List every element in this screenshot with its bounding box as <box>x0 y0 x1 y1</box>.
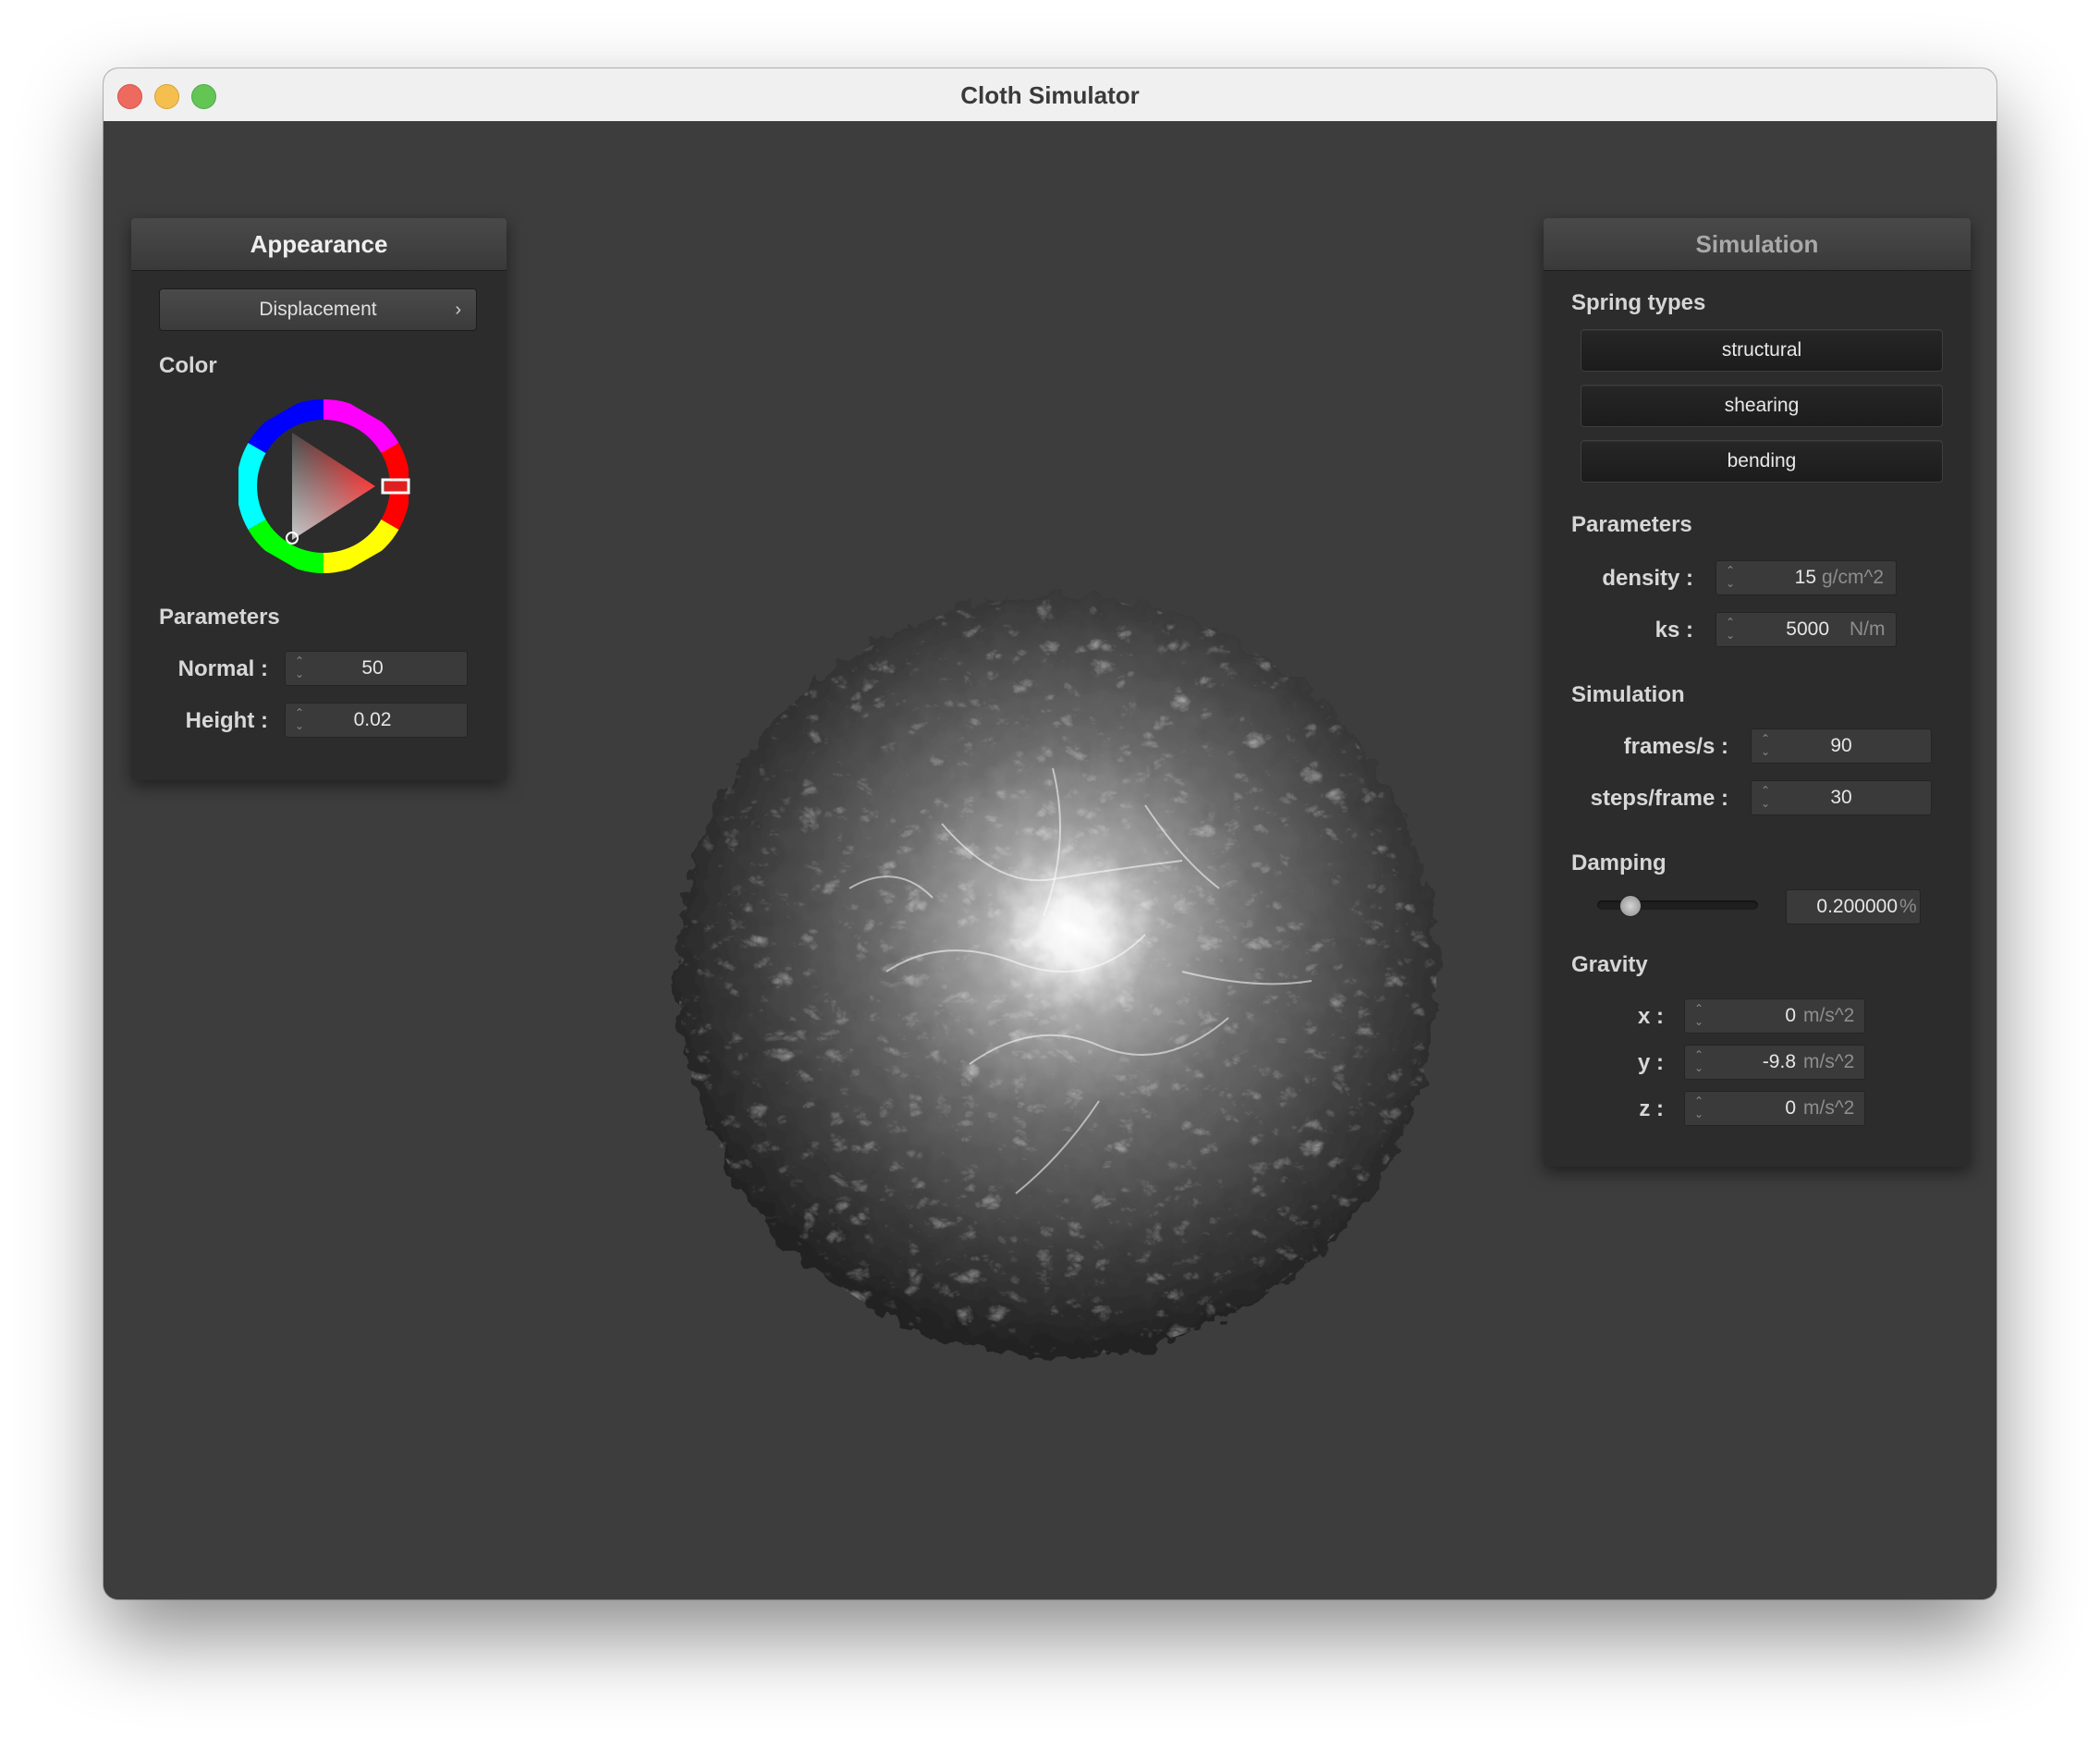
gravity-y-label: y : <box>1637 1050 1664 1075</box>
stepper-icon[interactable]: ⌃ ⌄ <box>1694 1095 1705 1120</box>
gravity-z-input[interactable]: ⌃ ⌄ 0 m/s^2 <box>1684 1091 1865 1126</box>
ks-input[interactable]: ⌃ ⌄ 5000 N/m <box>1715 612 1897 647</box>
damping-label: Damping <box>1571 851 1667 875</box>
gravity-z-label: z : <box>1639 1096 1664 1121</box>
height-input[interactable]: ⌃ ⌄ 0.02 <box>285 703 468 738</box>
density-unit: g/cm^2 <box>1822 567 1885 588</box>
density-label: density : <box>1602 566 1693 591</box>
color-section-label: Color <box>159 353 217 378</box>
gravity-y-input[interactable]: ⌃ ⌄ -9.8 m/s^2 <box>1684 1045 1865 1080</box>
stepper-icon[interactable]: ⌃ ⌄ <box>1761 732 1772 758</box>
stepper-icon[interactable]: ⌃ ⌄ <box>1694 1002 1705 1028</box>
normal-label: Normal : <box>177 656 268 681</box>
color-wheel[interactable] <box>235 398 412 575</box>
stepper-icon[interactable]: ⌃ ⌄ <box>295 706 306 732</box>
simulation-section-label: Simulation <box>1571 682 1685 707</box>
window-title: Cloth Simulator <box>960 81 1140 109</box>
chevron-right-icon: › <box>455 300 461 320</box>
gravity-y-value: -9.8 <box>1762 1051 1796 1072</box>
gravity-label: Gravity <box>1571 952 1648 977</box>
fps-value: 90 <box>1830 735 1852 756</box>
fps-input[interactable]: ⌃ ⌄ 90 <box>1751 728 1932 764</box>
gravity-x-value: 0 <box>1785 1005 1796 1026</box>
damping-value: 0.200000 <box>1816 896 1898 917</box>
simulation-header: Simulation <box>1544 218 1971 271</box>
gravity-y-unit: m/s^2 <box>1803 1051 1855 1072</box>
density-value: 15 <box>1794 567 1816 588</box>
shearing-toggle[interactable]: shearing <box>1581 385 1943 427</box>
density-input[interactable]: ⌃ ⌄ 15 g/cm^2 <box>1715 560 1897 595</box>
fps-label: frames/s : <box>1623 734 1728 759</box>
cloth-sphere-render[interactable] <box>665 583 1450 1369</box>
gravity-x-input[interactable]: ⌃ ⌄ 0 m/s^2 <box>1684 998 1865 1034</box>
spring-types-label: Spring types <box>1571 290 1706 315</box>
stepper-icon[interactable]: ⌃ ⌄ <box>295 655 306 680</box>
steps-input[interactable]: ⌃ ⌄ 30 <box>1751 780 1932 815</box>
gravity-z-unit: m/s^2 <box>1803 1097 1855 1119</box>
stepper-icon[interactable]: ⌃ ⌄ <box>1726 616 1737 642</box>
damping-input[interactable]: 0.200000 % <box>1786 889 1921 924</box>
ks-value: 5000 <box>1786 618 1829 640</box>
3d-viewport[interactable]: Appearance Displacement › Color Paramete… <box>104 121 1996 1599</box>
gravity-x-label: x : <box>1637 1004 1664 1029</box>
stepper-icon[interactable]: ⌃ ⌄ <box>1694 1048 1705 1074</box>
gravity-x-unit: m/s^2 <box>1803 1005 1855 1026</box>
simulation-panel: Simulation Spring types structural shear… <box>1544 218 1971 1167</box>
damping-unit: % <box>1899 896 1917 917</box>
shader-dropdown-label: Displacement <box>259 299 377 320</box>
steps-label: steps/frame : <box>1590 786 1728 811</box>
appearance-panel: Appearance Displacement › Color Paramete… <box>131 218 507 780</box>
normal-input[interactable]: ⌃ ⌄ 50 <box>285 651 468 686</box>
sim-params-label: Parameters <box>1571 512 1692 537</box>
damping-slider-handle[interactable] <box>1618 895 1642 917</box>
stepper-icon[interactable]: ⌃ ⌄ <box>1726 564 1737 590</box>
ks-label: ks : <box>1654 618 1693 643</box>
title-bar: Cloth Simulator <box>104 68 1996 122</box>
height-value: 0.02 <box>353 709 392 730</box>
height-label: Height : <box>185 708 268 733</box>
steps-value: 30 <box>1830 787 1852 808</box>
shader-dropdown[interactable]: Displacement › <box>159 288 477 331</box>
stepper-icon[interactable]: ⌃ ⌄ <box>1761 784 1772 810</box>
ks-unit: N/m <box>1850 618 1886 640</box>
normal-value: 50 <box>361 657 384 679</box>
structural-toggle[interactable]: structural <box>1581 329 1943 372</box>
bending-toggle[interactable]: bending <box>1581 440 1943 483</box>
gravity-z-value: 0 <box>1785 1097 1796 1119</box>
app-window: Cloth Simulator Appearance Displacement … <box>104 68 1996 1599</box>
appearance-header: Appearance <box>131 218 507 271</box>
appearance-params-label: Parameters <box>159 605 280 630</box>
